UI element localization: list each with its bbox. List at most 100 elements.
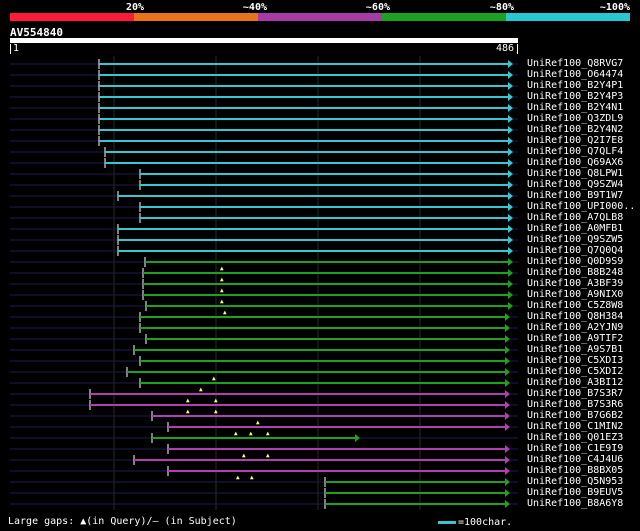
- scale-swatch: [438, 520, 456, 524]
- hit-accession-link[interactable]: UniRef100_Q5N953: [527, 476, 623, 487]
- gap-marker: ▲: [220, 265, 224, 272]
- hit-accession-link[interactable]: UniRef100_C5XDI3: [527, 355, 623, 366]
- hit-arrow: [505, 346, 510, 354]
- hit-arrow: [508, 247, 513, 255]
- hit-accession-link[interactable]: UniRef100_Q01EZ3: [527, 432, 623, 443]
- hit-arrow: [508, 148, 513, 156]
- hit-accession-link[interactable]: UniRef100_O64474: [527, 69, 623, 80]
- hit-accession-link[interactable]: UniRef100_B8BX05: [527, 465, 623, 476]
- hit-arrow: [505, 313, 510, 321]
- hit-arrow: [508, 225, 513, 233]
- hit-accession-link[interactable]: UniRef100_B2Y4N1: [527, 102, 623, 113]
- gap-marker: ▲: [250, 474, 254, 481]
- hit-arrow: [508, 93, 513, 101]
- hit-accession-link[interactable]: UniRef100_B7S3R6: [527, 399, 623, 410]
- hit-accession-link[interactable]: UniRef100_B9T1W7: [527, 190, 623, 201]
- hit-accession-link[interactable]: UniRef100_Q9SZW5: [527, 234, 623, 245]
- hit-accession-link[interactable]: UniRef100_B7G6B2: [527, 410, 623, 421]
- hit-accession-link[interactable]: UniRef100_Q69AX6: [527, 157, 623, 168]
- hit-arrow: [505, 456, 510, 464]
- gap-marker: ▲: [214, 408, 218, 415]
- hit-accession-link[interactable]: UniRef100_Q2I7E8: [527, 135, 623, 146]
- hit-arrow: [508, 104, 513, 112]
- hit-arrow: [505, 401, 510, 409]
- hit-accession-link[interactable]: UniRef100_B7S3R7: [527, 388, 623, 399]
- gap-marker: ▲: [266, 430, 270, 437]
- hit-arrow: [508, 192, 513, 200]
- gap-marker: ▲: [199, 386, 203, 393]
- hit-accession-link[interactable]: UniRef100_UPI000..: [527, 201, 635, 212]
- hit-accession-link[interactable]: UniRef100_B8A6Y8: [527, 498, 623, 509]
- hit-accession-link[interactable]: UniRef100_B8B248: [527, 267, 623, 278]
- hit-arrow: [505, 390, 510, 398]
- hit-accession-link[interactable]: UniRef100_Q8RVG7: [527, 58, 623, 69]
- hit-arrow: [505, 379, 510, 387]
- hit-rows: [10, 59, 518, 509]
- scale-legend: =100char.: [438, 517, 512, 528]
- hit-arrow: [505, 445, 510, 453]
- hit-arrow: [508, 71, 513, 79]
- gaps-legend: Large gaps: ▲(in Query)/– (in Subject): [8, 516, 237, 527]
- hit-accession-link[interactable]: UniRef100_Q7Q0Q4: [527, 245, 623, 256]
- hit-accession-link[interactable]: UniRef100_A7QLB8: [527, 212, 623, 223]
- gap-marker: ▲: [266, 452, 270, 459]
- hit-arrow: [508, 280, 513, 288]
- hit-accession-link[interactable]: UniRef100_B2Y4P1: [527, 80, 623, 91]
- hit-arrow: [505, 357, 510, 365]
- hit-arrow: [505, 467, 510, 475]
- hit-arrow: [505, 412, 510, 420]
- hit-accession-link[interactable]: UniRef100_C5XDI2: [527, 366, 623, 377]
- hit-arrow: [508, 236, 513, 244]
- hit-arrow: [505, 324, 510, 332]
- hit-arrow: [508, 115, 513, 123]
- gap-marker: ▲: [214, 397, 218, 404]
- hit-arrow: [508, 126, 513, 134]
- scale-text: =100char.: [458, 517, 513, 528]
- hit-arrow: [508, 203, 513, 211]
- hit-accession-link[interactable]: UniRef100_Q3ZDL9: [527, 113, 623, 124]
- hit-arrow: [505, 500, 510, 508]
- hit-arrow: [505, 368, 510, 376]
- gap-marker: ▲: [249, 430, 253, 437]
- hit-accession-link[interactable]: UniRef100_Q8LPW1: [527, 168, 623, 179]
- gap-marker: ▲: [220, 276, 224, 283]
- gap-marker: ▲: [186, 397, 190, 404]
- hit-accession-link[interactable]: UniRef100_A9TIF2: [527, 333, 623, 344]
- hit-accession-link[interactable]: UniRef100_Q8H384: [527, 311, 623, 322]
- gap-marker: ▲: [256, 419, 260, 426]
- hit-arrow: [508, 302, 513, 310]
- hit-arrow: [508, 181, 513, 189]
- hit-arrow: [505, 489, 510, 497]
- hit-arrow: [508, 170, 513, 178]
- hit-accession-link[interactable]: UniRef100_B2Y4N2: [527, 124, 623, 135]
- hit-arrow: [508, 258, 513, 266]
- hit-arrow: [505, 335, 510, 343]
- hit-accession-link[interactable]: UniRef100_C5Z8W8: [527, 300, 623, 311]
- hit-accession-link[interactable]: UniRef100_B9EUV5: [527, 487, 623, 498]
- hit-arrow: [355, 434, 360, 442]
- hit-accession-link[interactable]: UniRef100_A9NIX0: [527, 289, 623, 300]
- hit-accession-link[interactable]: UniRef100_A9S7B1: [527, 344, 623, 355]
- hit-accession-link[interactable]: UniRef100_A2YJN9: [527, 322, 623, 333]
- gap-marker: ▲: [223, 309, 227, 316]
- gap-marker: ▲: [212, 375, 216, 382]
- gap-marker: ▲: [242, 452, 246, 459]
- gap-marker: ▲: [220, 298, 224, 305]
- hit-accession-link[interactable]: UniRef100_A0MFB1: [527, 223, 623, 234]
- gap-marker: ▲: [234, 430, 238, 437]
- hit-accession-link[interactable]: UniRef100_A3BF39: [527, 278, 623, 289]
- hit-accession-link[interactable]: UniRef100_C1MIN2: [527, 421, 623, 432]
- hit-arrow: [508, 214, 513, 222]
- hit-arrow: [508, 269, 513, 277]
- hit-accession-link[interactable]: UniRef100_C1E9I9: [527, 443, 623, 454]
- hit-accession-link[interactable]: UniRef100_Q0D9S9: [527, 256, 623, 267]
- hit-accession-link[interactable]: UniRef100_Q7QLF4: [527, 146, 623, 157]
- hit-arrow: [508, 60, 513, 68]
- hit-arrow: [508, 82, 513, 90]
- hit-accession-link[interactable]: UniRef100_Q9SZW4: [527, 179, 623, 190]
- hit-accession-link[interactable]: UniRef100_C4J4U6: [527, 454, 623, 465]
- hit-arrow: [508, 137, 513, 145]
- hit-arrow: [508, 159, 513, 167]
- hit-accession-link[interactable]: UniRef100_B2Y4P3: [527, 91, 623, 102]
- hit-accession-link[interactable]: UniRef100_A3BI12: [527, 377, 623, 388]
